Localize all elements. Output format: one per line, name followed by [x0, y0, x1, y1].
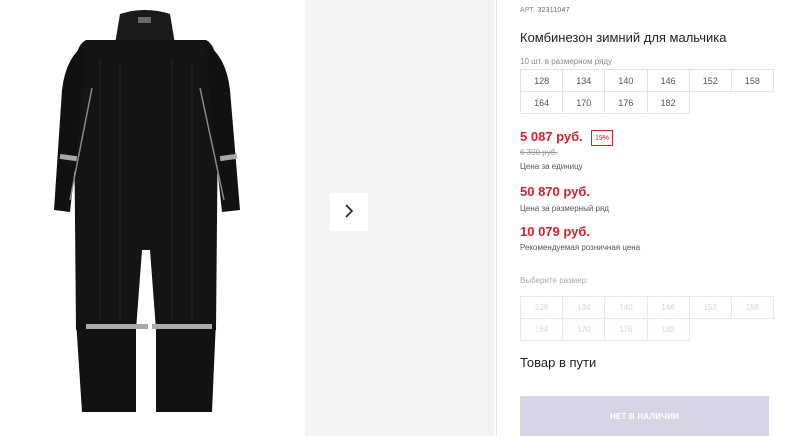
size-range-grid: 128 134 140 146 152 158 164 170 176 182 — [520, 69, 774, 114]
out-of-stock-button[interactable]: НЕТ В НАЛИЧИИ — [520, 396, 769, 436]
product-photo — [0, 0, 290, 436]
size-cell: 170 — [562, 91, 606, 114]
sku: АРТ. 32311047 — [520, 7, 570, 14]
size-option-disabled: 182 — [646, 318, 690, 341]
size-option-disabled: 170 — [562, 318, 606, 341]
size-cell: 140 — [604, 69, 648, 92]
product-page: АРТ. 32311047 Комбинезон зимний для маль… — [0, 0, 800, 436]
unit-price-label: Цена за единицу — [520, 162, 583, 171]
size-option-disabled: 146 — [646, 296, 690, 319]
unit-price: 5 087 руб. — [520, 129, 583, 144]
size-cell: 164 — [520, 91, 564, 114]
snowsuit-image — [54, 10, 240, 412]
discount-badge: 19% — [591, 130, 614, 146]
size-cell: 146 — [646, 69, 690, 92]
product-title: Комбинезон зимний для мальчика — [520, 30, 727, 45]
size-option-disabled: 158 — [730, 296, 774, 319]
size-cell: 128 — [520, 69, 564, 92]
row-price: 50 870 руб. — [520, 184, 591, 199]
size-option-disabled: 134 — [562, 296, 606, 319]
size-option-disabled: 152 — [688, 296, 732, 319]
size-selector: 128 134 140 146 152 158 164 170 176 182 — [520, 296, 774, 341]
rrp-label: Рекомендуемая розничная цена — [520, 243, 641, 252]
gallery-next-button[interactable] — [330, 193, 368, 231]
chevron-right-icon — [343, 203, 355, 222]
old-price: 6 300 руб. — [520, 148, 558, 157]
size-cell: 182 — [646, 91, 690, 114]
column-divider — [496, 0, 497, 436]
sku-label: АРТ. — [520, 7, 536, 14]
availability-status: Товар в пути — [520, 355, 597, 370]
size-cell: 134 — [562, 69, 606, 92]
rrp-price: 10 079 руб. — [520, 224, 591, 239]
size-option-disabled: 164 — [520, 318, 564, 341]
size-cell: 152 — [688, 69, 732, 92]
row-price-label: Цена за размерный ряд — [520, 204, 609, 213]
size-cell: 176 — [604, 91, 648, 114]
pack-note: 10 шт. в размерном ряду — [520, 57, 613, 66]
size-option-disabled: 128 — [520, 296, 564, 319]
size-option-disabled: 140 — [604, 296, 648, 319]
size-cell: 158 — [730, 69, 774, 92]
sku-value: 32311047 — [537, 7, 570, 14]
size-option-disabled: 176 — [604, 318, 648, 341]
size-prompt: Выберите размер: — [520, 276, 589, 285]
